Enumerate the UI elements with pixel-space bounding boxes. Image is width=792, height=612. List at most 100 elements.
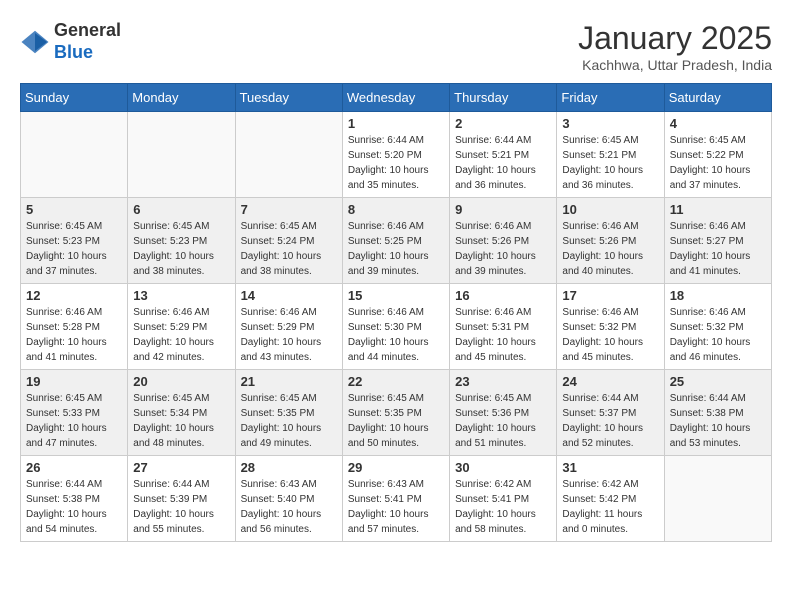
weekday-header-monday: Monday — [128, 84, 235, 112]
day-number: 17 — [562, 288, 658, 303]
calendar-week-row: 19Sunrise: 6:45 AM Sunset: 5:33 PM Dayli… — [21, 370, 772, 456]
calendar-day-cell: 30Sunrise: 6:42 AM Sunset: 5:41 PM Dayli… — [450, 456, 557, 542]
day-info: Sunrise: 6:46 AM Sunset: 5:27 PM Dayligh… — [670, 219, 766, 279]
day-info: Sunrise: 6:46 AM Sunset: 5:28 PM Dayligh… — [26, 305, 122, 365]
weekday-header-wednesday: Wednesday — [342, 84, 449, 112]
calendar-day-cell: 16 Sunrise: 6:46 AM Sunset: 5:31 PM Dayli… — [450, 284, 557, 370]
day-info: Sunrise: 6:44 AM Sunset: 5:20 PM Dayligh… — [348, 133, 444, 193]
day-number: 21 — [241, 374, 337, 389]
calendar-week-row: 12 Sunrise: 6:46 AM Sunset: 5:28 PM Dayli… — [21, 284, 772, 370]
calendar-day-cell: 10 Sunrise: 6:46 AM Sunset: 5:26 PM Dayli… — [557, 198, 664, 284]
day-number: 30 — [455, 460, 551, 475]
day-info: Sunrise: 6:44 AM Sunset: 5:37 PM Dayligh… — [562, 391, 658, 451]
day-number: 20 — [133, 374, 229, 389]
day-number: 7 — [241, 202, 337, 217]
day-info: Sunrise: 6:45 AM Sunset: 5:33 PM Dayligh… — [26, 391, 122, 451]
calendar-day-cell: 31 Sunrise: 6:42 AM Sunset: 5:42 PM Dayli… — [557, 456, 664, 542]
calendar-day-cell — [128, 112, 235, 198]
day-info: Sunrise: 6:46 AM Sunset: 5:30 PM Dayligh… — [348, 305, 444, 365]
day-number: 6 — [133, 202, 229, 217]
calendar-day-cell: 14 Sunrise: 6:46 AM Sunset: 5:29 PM Dayli… — [235, 284, 342, 370]
day-number: 12 — [26, 288, 122, 303]
calendar-day-cell: 6 Sunrise: 6:45 AM Sunset: 5:23 PM Daylig… — [128, 198, 235, 284]
day-number: 2 — [455, 116, 551, 131]
calendar-day-cell: 8 Sunrise: 6:46 AM Sunset: 5:25 PM Daylig… — [342, 198, 449, 284]
calendar-day-cell — [235, 112, 342, 198]
day-info: Sunrise: 6:46 AM Sunset: 5:32 PM Dayligh… — [562, 305, 658, 365]
day-info: Sunrise: 6:46 AM Sunset: 5:29 PM Dayligh… — [133, 305, 229, 365]
day-number: 3 — [562, 116, 658, 131]
day-info: Sunrise: 6:46 AM Sunset: 5:26 PM Dayligh… — [562, 219, 658, 279]
day-number: 31 — [562, 460, 658, 475]
calendar-day-cell: 1 Sunrise: 6:44 AM Sunset: 5:20 PM Daylig… — [342, 112, 449, 198]
weekday-header-tuesday: Tuesday — [235, 84, 342, 112]
day-info: Sunrise: 6:46 AM Sunset: 5:25 PM Dayligh… — [348, 219, 444, 279]
calendar-week-row: 1 Sunrise: 6:44 AM Sunset: 5:20 PM Daylig… — [21, 112, 772, 198]
day-number: 13 — [133, 288, 229, 303]
calendar-day-cell: 11Sunrise: 6:46 AM Sunset: 5:27 PM Dayli… — [664, 198, 771, 284]
calendar-day-cell: 18 Sunrise: 6:46 AM Sunset: 5:32 PM Dayli… — [664, 284, 771, 370]
calendar-day-cell: 17 Sunrise: 6:46 AM Sunset: 5:32 PM Dayli… — [557, 284, 664, 370]
day-info: Sunrise: 6:45 AM Sunset: 5:35 PM Dayligh… — [348, 391, 444, 451]
day-number: 26 — [26, 460, 122, 475]
day-number: 28 — [241, 460, 337, 475]
day-number: 18 — [670, 288, 766, 303]
day-number: 16 — [455, 288, 551, 303]
calendar-day-cell: 29Sunrise: 6:43 AM Sunset: 5:41 PM Dayli… — [342, 456, 449, 542]
day-number: 15 — [348, 288, 444, 303]
logo: General Blue — [20, 20, 121, 63]
calendar-day-cell: 9Sunrise: 6:46 AM Sunset: 5:26 PM Daylig… — [450, 198, 557, 284]
weekday-header-saturday: Saturday — [664, 84, 771, 112]
day-info: Sunrise: 6:45 AM Sunset: 5:24 PM Dayligh… — [241, 219, 337, 279]
calendar-day-cell: 25 Sunrise: 6:44 AM Sunset: 5:38 PM Dayli… — [664, 370, 771, 456]
day-info: Sunrise: 6:43 AM Sunset: 5:40 PM Dayligh… — [241, 477, 337, 537]
day-number: 25 — [670, 374, 766, 389]
day-info: Sunrise: 6:44 AM Sunset: 5:38 PM Dayligh… — [670, 391, 766, 451]
calendar-day-cell: 5 Sunrise: 6:45 AM Sunset: 5:23 PM Daylig… — [21, 198, 128, 284]
weekday-header-row: SundayMondayTuesdayWednesdayThursdayFrid… — [21, 84, 772, 112]
page-header: General Blue January 2025 Kachhwa, Uttar… — [20, 20, 772, 73]
day-number: 22 — [348, 374, 444, 389]
day-info: Sunrise: 6:46 AM Sunset: 5:32 PM Dayligh… — [670, 305, 766, 365]
calendar-day-cell — [21, 112, 128, 198]
logo-general-text: General — [54, 20, 121, 42]
day-info: Sunrise: 6:42 AM Sunset: 5:42 PM Dayligh… — [562, 477, 658, 537]
weekday-header-thursday: Thursday — [450, 84, 557, 112]
day-info: Sunrise: 6:45 AM Sunset: 5:22 PM Dayligh… — [670, 133, 766, 193]
day-number: 4 — [670, 116, 766, 131]
calendar-week-row: 5 Sunrise: 6:45 AM Sunset: 5:23 PM Daylig… — [21, 198, 772, 284]
calendar-day-cell: 23 Sunrise: 6:45 AM Sunset: 5:36 PM Dayli… — [450, 370, 557, 456]
calendar-day-cell: 28 Sunrise: 6:43 AM Sunset: 5:40 PM Dayli… — [235, 456, 342, 542]
calendar-day-cell: 2Sunrise: 6:44 AM Sunset: 5:21 PM Daylig… — [450, 112, 557, 198]
calendar-day-cell: 4 Sunrise: 6:45 AM Sunset: 5:22 PM Daylig… — [664, 112, 771, 198]
calendar-day-cell: 21Sunrise: 6:45 AM Sunset: 5:35 PM Dayli… — [235, 370, 342, 456]
calendar-day-cell: 3 Sunrise: 6:45 AM Sunset: 5:21 PM Daylig… — [557, 112, 664, 198]
day-number: 5 — [26, 202, 122, 217]
calendar-day-cell: 27Sunrise: 6:44 AM Sunset: 5:39 PM Dayli… — [128, 456, 235, 542]
day-info: Sunrise: 6:46 AM Sunset: 5:31 PM Dayligh… — [455, 305, 551, 365]
day-info: Sunrise: 6:43 AM Sunset: 5:41 PM Dayligh… — [348, 477, 444, 537]
day-info: Sunrise: 6:45 AM Sunset: 5:34 PM Dayligh… — [133, 391, 229, 451]
day-info: Sunrise: 6:45 AM Sunset: 5:23 PM Dayligh… — [133, 219, 229, 279]
calendar-day-cell: 7 Sunrise: 6:45 AM Sunset: 5:24 PM Daylig… — [235, 198, 342, 284]
calendar-day-cell: 20 Sunrise: 6:45 AM Sunset: 5:34 PM Dayli… — [128, 370, 235, 456]
day-info: Sunrise: 6:46 AM Sunset: 5:29 PM Dayligh… — [241, 305, 337, 365]
location-text: Kachhwa, Uttar Pradesh, India — [578, 57, 772, 73]
day-info: Sunrise: 6:45 AM Sunset: 5:23 PM Dayligh… — [26, 219, 122, 279]
day-info: Sunrise: 6:45 AM Sunset: 5:36 PM Dayligh… — [455, 391, 551, 451]
day-number: 10 — [562, 202, 658, 217]
day-info: Sunrise: 6:44 AM Sunset: 5:38 PM Dayligh… — [26, 477, 122, 537]
day-number: 1 — [348, 116, 444, 131]
day-info: Sunrise: 6:45 AM Sunset: 5:21 PM Dayligh… — [562, 133, 658, 193]
day-number: 14 — [241, 288, 337, 303]
calendar-week-row: 26 Sunrise: 6:44 AM Sunset: 5:38 PM Dayli… — [21, 456, 772, 542]
calendar-day-cell: 26 Sunrise: 6:44 AM Sunset: 5:38 PM Dayli… — [21, 456, 128, 542]
day-number: 8 — [348, 202, 444, 217]
weekday-header-sunday: Sunday — [21, 84, 128, 112]
day-number: 23 — [455, 374, 551, 389]
day-number: 24 — [562, 374, 658, 389]
day-number: 27 — [133, 460, 229, 475]
month-title: January 2025 — [578, 20, 772, 57]
calendar-table: SundayMondayTuesdayWednesdayThursdayFrid… — [20, 83, 772, 542]
weekday-header-friday: Friday — [557, 84, 664, 112]
